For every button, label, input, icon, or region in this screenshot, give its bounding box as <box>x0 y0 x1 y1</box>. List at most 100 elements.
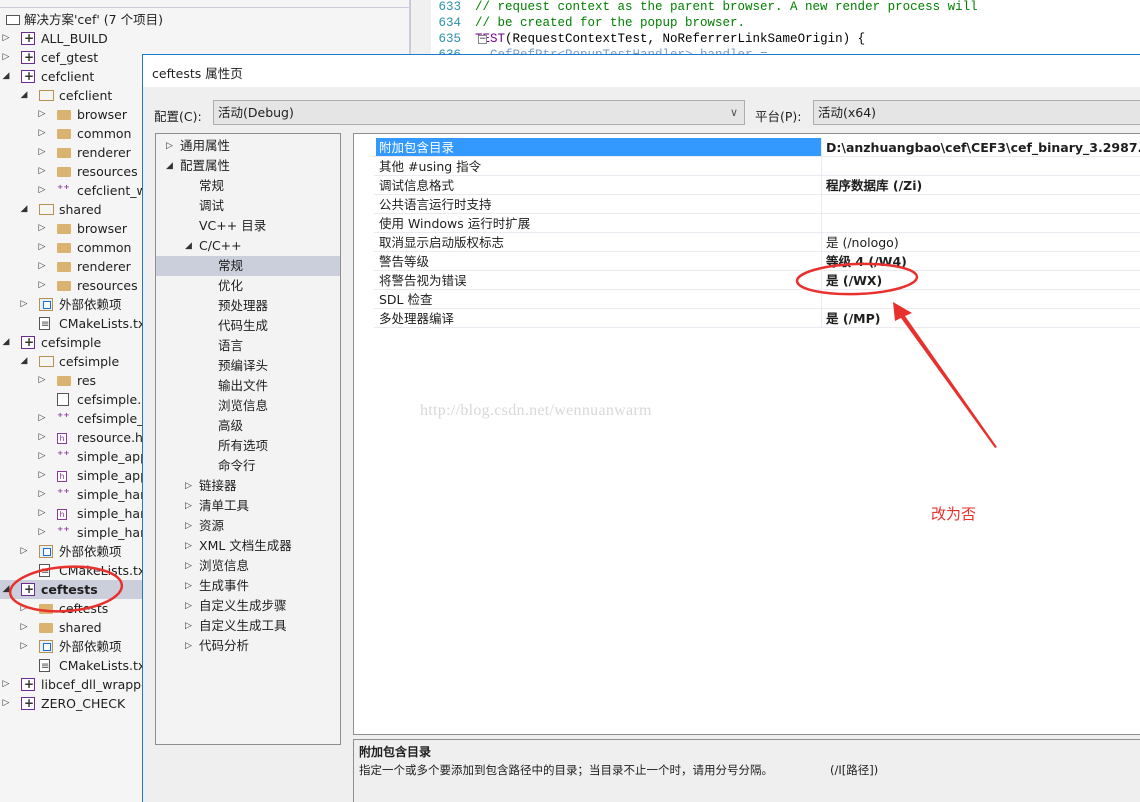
category-item[interactable]: 所有选项 <box>156 436 340 456</box>
collapsed-arrow-icon[interactable]: ▷ <box>185 496 192 516</box>
collapsed-arrow-icon[interactable]: ▷ <box>1 675 11 694</box>
expanded-arrow-icon[interactable]: ◢ <box>19 86 29 105</box>
property-value[interactable]: 是 (/MP) <box>826 309 1140 328</box>
collapsed-arrow-icon[interactable]: ▷ <box>19 295 29 314</box>
category-item[interactable]: 常规 <box>156 176 340 196</box>
category-item[interactable]: 浏览信息 <box>156 396 340 416</box>
category-item[interactable]: ▷ XML 文档生成器 <box>156 536 340 556</box>
property-value[interactable]: 等级 4 (/W4) <box>826 252 1140 271</box>
category-tree[interactable]: ▷ 通用属性 ◢ 配置属性 常规 调试 VC++ 目录 ◢ C/C++ 常规 优化 预处理器 代码生成语… <box>155 133 341 745</box>
tree-item[interactable]: ▷ ⁺⁺ cefclient_wi <box>0 181 151 200</box>
tree-item[interactable]: ▷ h resource.h <box>0 428 145 447</box>
expanded-arrow-icon[interactable]: ◢ <box>1 580 11 599</box>
category-item[interactable]: ◢ 配置属性 <box>156 156 340 176</box>
config-select[interactable]: 活动(Debug) ∨ <box>213 100 745 125</box>
property-value[interactable]: 程序数据库 (/Zi) <box>826 176 1140 195</box>
collapsed-arrow-icon[interactable]: ▷ <box>37 504 47 523</box>
expanded-arrow-icon[interactable]: ◢ <box>1 67 11 86</box>
collapsed-arrow-icon[interactable]: ▷ <box>185 476 192 496</box>
collapsed-arrow-icon[interactable]: ▷ <box>37 523 47 542</box>
category-item[interactable]: ▷ 代码分析 <box>156 636 340 656</box>
collapsed-arrow-icon[interactable]: ▷ <box>185 576 192 596</box>
property-value[interactable]: 是 (/nologo) <box>826 233 1140 252</box>
tree-item[interactable]: CMakeLists.txt <box>0 656 150 676</box>
collapsed-arrow-icon[interactable]: ▷ <box>19 599 29 618</box>
tree-item[interactable]: ◢ cefsimple <box>0 333 145 352</box>
collapsed-arrow-icon[interactable]: ▷ <box>37 181 47 200</box>
category-item[interactable]: 预处理器 <box>156 296 340 316</box>
expanded-arrow-icon[interactable]: ◢ <box>185 236 192 256</box>
platform-select[interactable]: 活动(x64) <box>813 100 1140 125</box>
tree-item[interactable]: cefsimple.rc <box>0 390 153 409</box>
property-row[interactable]: 公共语言运行时支持 <box>374 195 1140 214</box>
collapsed-arrow-icon[interactable]: ▷ <box>1 694 11 713</box>
collapsed-arrow-icon[interactable]: ▷ <box>19 618 29 637</box>
tree-item[interactable]: ▷ 外部依赖项 <box>0 542 145 561</box>
tree-item[interactable]: ▷ cef_gtest <box>0 48 145 67</box>
tree-item[interactable]: ▷ 外部依赖项 <box>0 295 145 314</box>
tree-item[interactable]: ◢ shared <box>0 200 145 219</box>
property-value[interactable]: 是 (/WX) <box>826 271 1140 290</box>
expanded-arrow-icon[interactable]: ◢ <box>19 200 29 219</box>
tree-item[interactable]: ▷ resources <box>0 276 145 295</box>
tree-item[interactable]: ◢ ceftests <box>0 580 145 599</box>
collapsed-arrow-icon[interactable]: ▷ <box>185 516 192 536</box>
expanded-arrow-icon[interactable]: ◢ <box>1 333 11 352</box>
property-grid[interactable]: 附加包含目录 D:\anzhuangbao\cef\CEF3\cef_binary… <box>353 133 1140 735</box>
tree-item[interactable]: ▷ common <box>0 124 145 143</box>
expanded-arrow-icon[interactable]: ◢ <box>19 352 29 371</box>
collapsed-arrow-icon[interactable]: ▷ <box>1 29 11 48</box>
collapsed-arrow-icon[interactable]: ▷ <box>37 276 47 295</box>
category-item[interactable]: 预编译头 <box>156 356 340 376</box>
collapsed-arrow-icon[interactable]: ▷ <box>37 447 47 466</box>
tree-item[interactable]: ▷ 外部依赖项 <box>0 637 145 656</box>
tree-item[interactable]: ▷ ⁺⁺ cefsimple_w <box>0 409 154 428</box>
collapsed-arrow-icon[interactable]: ▷ <box>37 409 47 428</box>
category-item[interactable]: ◢ C/C++ <box>156 236 340 256</box>
collapse-icon[interactable]: − <box>478 35 487 44</box>
tree-item[interactable]: ▷ ⁺⁺ simple_han <box>0 523 148 542</box>
collapsed-arrow-icon[interactable]: ▷ <box>37 219 47 238</box>
tree-item[interactable]: ◢ cefsimple <box>0 352 145 371</box>
category-item[interactable]: ▷ 清单工具 <box>156 496 340 516</box>
tree-item[interactable]: ▷ libcef_dll_wrapper <box>0 675 154 694</box>
category-item[interactable]: ▷ 浏览信息 <box>156 556 340 576</box>
property-row[interactable]: 将警告视为错误是 (/WX) <box>374 271 1140 290</box>
category-item[interactable]: 优化 <box>156 276 340 296</box>
property-row[interactable]: 其他 #using 指令 <box>374 157 1140 176</box>
collapsed-arrow-icon[interactable]: ▷ <box>185 616 192 636</box>
expanded-arrow-icon[interactable]: ◢ <box>166 156 173 176</box>
tree-item[interactable]: ▷ common <box>0 238 145 257</box>
category-item[interactable]: 语言 <box>156 336 340 356</box>
collapsed-arrow-icon[interactable]: ▷ <box>37 371 47 390</box>
tree-item[interactable]: ▷ ZERO_CHECK <box>0 694 145 713</box>
collapsed-arrow-icon[interactable]: ▷ <box>37 105 47 124</box>
collapsed-arrow-icon[interactable]: ▷ <box>1 48 11 67</box>
collapsed-arrow-icon[interactable]: ▷ <box>37 485 47 504</box>
category-item[interactable]: ▷ 资源 <box>156 516 340 536</box>
tree-item[interactable]: ▷ browser <box>0 105 145 124</box>
tree-item[interactable]: ▷ ⁺⁺ simple_app <box>0 447 149 466</box>
tree-item[interactable]: ▷ ceftests <box>0 599 145 618</box>
property-row[interactable]: 多处理器编译是 (/MP) <box>374 309 1140 328</box>
tree-item[interactable]: ▷ ALL_BUILD <box>0 29 145 48</box>
tree-item[interactable]: ▷ h simple_han <box>0 504 148 523</box>
collapsed-arrow-icon[interactable]: ▷ <box>166 136 173 156</box>
category-item[interactable]: ▷ 链接器 <box>156 476 340 496</box>
tree-item[interactable]: CMakeLists.txt <box>0 314 150 334</box>
category-item[interactable]: 常规 <box>156 256 340 276</box>
collapsed-arrow-icon[interactable]: ▷ <box>185 596 192 616</box>
collapsed-arrow-icon[interactable]: ▷ <box>37 162 47 181</box>
category-item[interactable]: 代码生成 <box>156 316 340 336</box>
collapsed-arrow-icon[interactable]: ▷ <box>37 143 47 162</box>
tree-item[interactable]: CMakeLists.txt <box>0 561 150 581</box>
category-item[interactable]: 调试 <box>156 196 340 216</box>
property-row[interactable]: 调试信息格式 程序数据库 (/Zi) <box>374 176 1140 195</box>
category-item[interactable]: VC++ 目录 <box>156 216 340 236</box>
collapsed-arrow-icon[interactable]: ▷ <box>185 636 192 656</box>
property-value[interactable]: D:\anzhuangbao\cef\CEF3\cef_binary_3.298… <box>826 138 1140 157</box>
collapsed-arrow-icon[interactable]: ▷ <box>185 556 192 576</box>
category-item[interactable]: ▷ 自定义生成工具 <box>156 616 340 636</box>
tree-item[interactable]: ▷ browser <box>0 219 145 238</box>
collapsed-arrow-icon[interactable]: ▷ <box>37 428 47 447</box>
